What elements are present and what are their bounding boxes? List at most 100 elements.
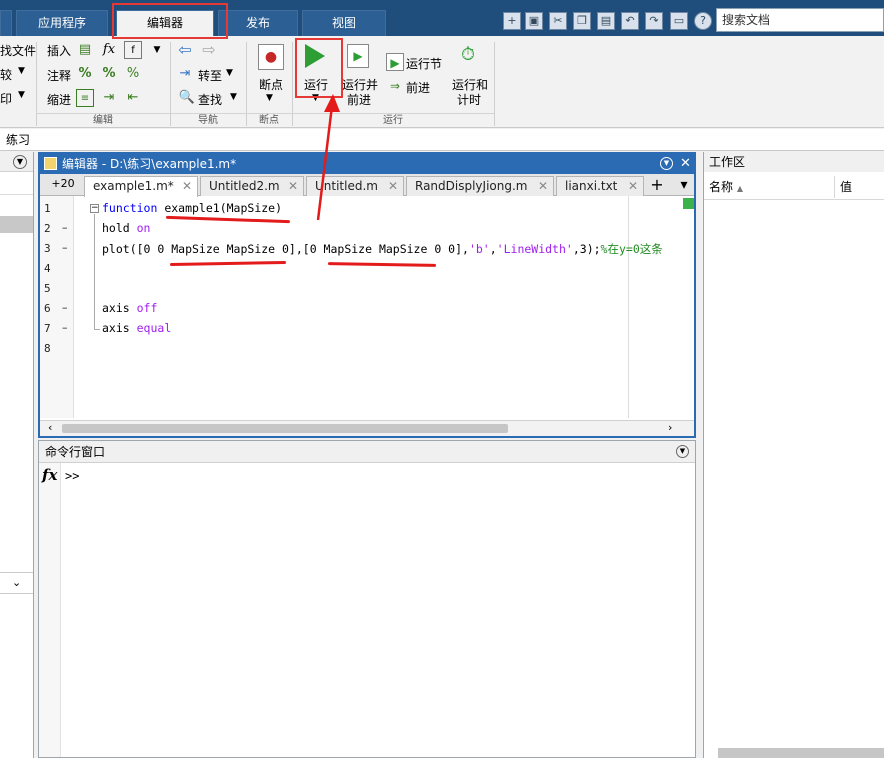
comment-icon[interactable]: % (76, 65, 94, 83)
tab-untitled2[interactable]: Untitled2.m ✕ (200, 176, 304, 196)
chevron-down-icon[interactable]: ▼ (18, 66, 25, 76)
line-number: 3 (44, 242, 51, 255)
breakpoint-marker[interactable]: – (62, 321, 68, 334)
fold-toggle-icon[interactable]: − (90, 204, 99, 213)
code-text: ,3); (572, 242, 601, 256)
breakpoint-marker[interactable]: – (62, 301, 68, 314)
panel-header: ▼ (0, 152, 33, 172)
breakpoints-icon[interactable]: ● (258, 44, 284, 70)
chevron-down-icon[interactable]: ▼ (230, 92, 237, 102)
chevron-down-icon[interactable]: ▼ (18, 90, 25, 100)
close-tab-icon[interactable]: ✕ (538, 177, 548, 195)
editor-menu-icon[interactable]: ▼ (660, 157, 673, 170)
close-tab-icon[interactable]: ✕ (288, 177, 298, 195)
fx-icon[interactable]: fx (42, 466, 57, 484)
insert-button[interactable]: 插入 (47, 42, 71, 59)
chevron-down-icon[interactable]: ⌄ (12, 576, 21, 589)
tab-list-icon[interactable]: ▾ (674, 176, 694, 196)
new-icon[interactable]: + (503, 12, 521, 30)
new-tab-icon[interactable]: + (646, 176, 668, 196)
horizontal-scrollbar[interactable]: ‹ › (40, 420, 694, 436)
undo-icon[interactable]: ↶ (621, 12, 639, 30)
code-text: , (489, 242, 497, 256)
close-tab-icon[interactable]: ✕ (628, 177, 638, 195)
indent-button[interactable]: 缩进 (47, 91, 71, 108)
wrap-comments-icon[interactable]: % (124, 65, 142, 83)
advance-icon[interactable]: ⇒ (386, 77, 404, 95)
increase-indent-icon[interactable]: ⇥ (100, 89, 118, 107)
cut-icon[interactable]: ✂ (549, 12, 567, 30)
run-and-time-button-line2[interactable]: 计时 (457, 91, 481, 108)
save-icon[interactable]: ▣ (525, 12, 543, 30)
search-icon[interactable]: 🔍 (178, 89, 196, 107)
goto-button[interactable]: 转至 (198, 67, 222, 84)
compare-label[interactable]: 较 (0, 66, 12, 83)
breakpoints-button[interactable]: 断点 (259, 76, 283, 93)
zoom-indicator[interactable]: +20 (44, 176, 82, 196)
line-number: 2 (44, 222, 51, 235)
close-tab-icon[interactable]: ✕ (388, 177, 398, 195)
code-analyzer-status[interactable] (683, 198, 694, 209)
print-label[interactable]: 印 (0, 90, 12, 107)
scroll-right-icon[interactable]: › (668, 421, 672, 434)
tab-view[interactable]: 视图 (302, 10, 386, 36)
group-separator (494, 42, 495, 126)
scrollbar-thumb[interactable] (62, 424, 508, 433)
run-section-button[interactable]: 运行节 (406, 55, 442, 72)
code-line-3[interactable]: plot([0 0 MapSize MapSize 0],[0 MapSize … (102, 241, 680, 257)
chevron-down-icon[interactable]: ▼ (266, 93, 273, 103)
function-icon[interactable]: f (124, 41, 142, 59)
paste-icon[interactable]: ▤ (597, 12, 615, 30)
find-button[interactable]: 查找 (198, 91, 222, 108)
code-line-1[interactable]: function example1(MapSize) (102, 201, 282, 215)
insert-section-icon[interactable]: ▤ (76, 41, 94, 59)
copy-icon[interactable]: ❐ (573, 12, 591, 30)
find-files-label[interactable]: 找文件 (0, 42, 36, 59)
column-header-value[interactable]: 值 (840, 174, 852, 200)
horizontal-scrollbar[interactable] (718, 748, 884, 758)
panel-menu-icon[interactable]: ▼ (13, 155, 27, 169)
group-label-navigate: 导航 (170, 113, 246, 127)
tab-randdisplyjiong[interactable]: RandDisplyJiong.m ✕ (406, 176, 554, 196)
tab-apps[interactable]: 应用程序 (16, 10, 108, 36)
forward-arrow-icon[interactable]: ⇨ (200, 41, 218, 59)
breakpoint-marker[interactable]: – (62, 221, 68, 234)
tab-home-partial[interactable] (0, 10, 12, 36)
chevron-down-icon[interactable]: ▼ (148, 41, 166, 59)
run-and-time-icon[interactable]: ⏱ (456, 42, 480, 68)
breakpoint-marker[interactable]: – (62, 241, 68, 254)
run-advance-icon[interactable]: ▶ (347, 44, 369, 68)
command-window[interactable]: 命令行窗口 ▼ fx >> (38, 440, 696, 758)
details-bar[interactable]: ⌄ (0, 572, 33, 594)
goto-icon[interactable]: ⇥ (176, 65, 194, 83)
current-folder-bar[interactable]: 练习 (0, 129, 884, 151)
fx-icon[interactable]: fx (100, 41, 118, 59)
tab-publish[interactable]: 发布 (218, 10, 298, 36)
chevron-down-icon[interactable]: ▼ (226, 68, 233, 78)
scroll-left-icon[interactable]: ‹ (48, 421, 52, 434)
code-line-6[interactable]: axis off (102, 301, 157, 315)
code-line-2[interactable]: hold on (102, 221, 150, 235)
back-arrow-icon[interactable]: ⇦ (176, 41, 194, 59)
code-line-7[interactable]: axis equal (102, 321, 171, 335)
panel-menu-icon[interactable]: ▼ (676, 445, 689, 458)
switch-windows-icon[interactable]: ▭ (670, 12, 688, 30)
search-input[interactable] (716, 8, 884, 32)
smart-indent-icon[interactable]: ≡ (76, 89, 94, 107)
close-icon[interactable]: ✕ (680, 154, 691, 174)
run-advance-button-line2[interactable]: 前进 (347, 91, 371, 108)
column-header-name[interactable]: 名称 ▲ (709, 174, 743, 202)
selected-file-row[interactable] (0, 216, 33, 233)
redo-icon[interactable]: ↷ (645, 12, 663, 30)
uncomment-icon[interactable]: % (100, 65, 118, 83)
close-tab-icon[interactable]: ✕ (182, 177, 192, 195)
help-icon[interactable]: ? (694, 12, 712, 30)
tab-lianxi[interactable]: lianxi.txt ✕ (556, 176, 644, 196)
advance-button[interactable]: 前进 (406, 79, 430, 96)
run-section-icon[interactable]: ▶ (386, 53, 404, 71)
annotation-arrow (316, 94, 340, 221)
string-literal: 'LineWidth' (496, 242, 573, 256)
decrease-indent-icon[interactable]: ⇤ (124, 89, 142, 107)
tab-example1[interactable]: example1.m* ✕ (84, 176, 198, 197)
comment-button[interactable]: 注释 (47, 67, 71, 84)
